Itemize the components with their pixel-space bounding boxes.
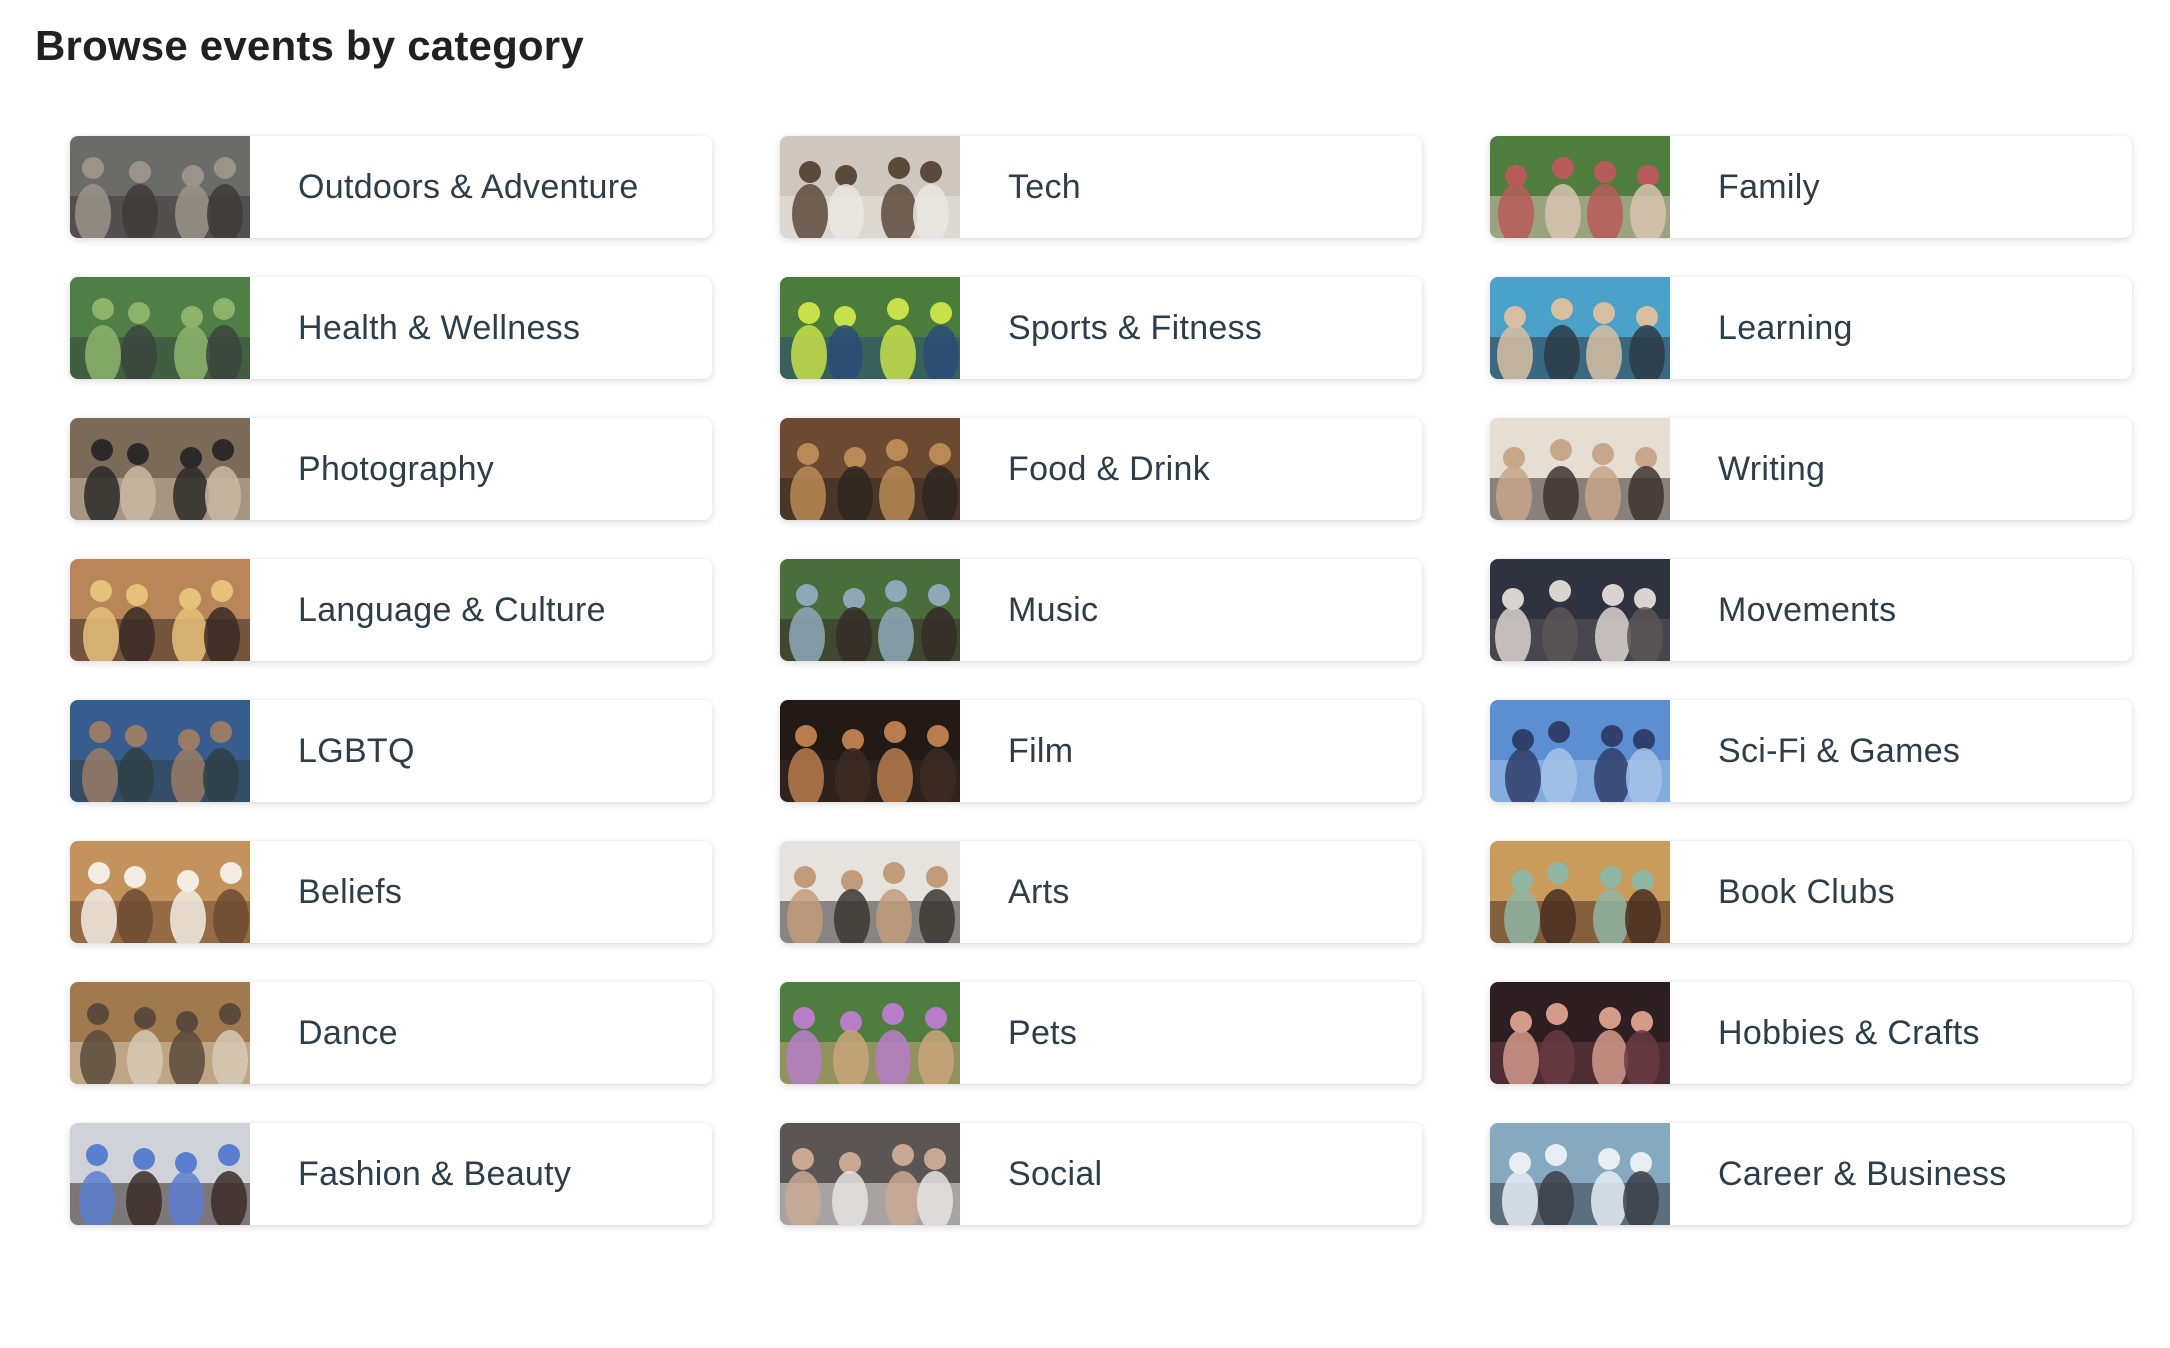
career-photo: [1490, 1123, 1670, 1225]
category-thumbnail: [1490, 418, 1670, 520]
category-card[interactable]: Language & Culture: [70, 559, 712, 661]
category-card[interactable]: Photography: [70, 418, 712, 520]
category-thumbnail: [70, 559, 250, 661]
arts-photo: [780, 841, 960, 943]
category-thumbnail: [70, 1123, 250, 1225]
category-thumbnail: [780, 418, 960, 520]
category-thumbnail: [70, 277, 250, 379]
category-card[interactable]: Sci-Fi & Games: [1490, 700, 2132, 802]
food-photo: [780, 418, 960, 520]
category-card[interactable]: Family: [1490, 136, 2132, 238]
family-photo: [1490, 136, 1670, 238]
category-label: Book Clubs: [1718, 872, 1895, 911]
category-thumbnail: [1490, 982, 1670, 1084]
category-browser: Browse events by category Outdoors & Adv…: [0, 0, 2170, 1348]
category-thumbnail: [1490, 559, 1670, 661]
category-label: Family: [1718, 167, 1820, 206]
category-label: Film: [1008, 731, 1074, 770]
dance-photo: [70, 982, 250, 1084]
category-thumbnail: [780, 277, 960, 379]
category-card[interactable]: LGBTQ: [70, 700, 712, 802]
category-card[interactable]: Film: [780, 700, 1422, 802]
category-label: Tech: [1008, 167, 1082, 206]
category-card[interactable]: Health & Wellness: [70, 277, 712, 379]
category-label: LGBTQ: [298, 731, 415, 770]
category-thumbnail: [1490, 841, 1670, 943]
category-thumbnail: [70, 982, 250, 1084]
category-label: Photography: [298, 449, 495, 488]
category-thumbnail: [70, 418, 250, 520]
category-label: Movements: [1718, 590, 1897, 629]
category-thumbnail: [780, 982, 960, 1084]
learning-photo: [1490, 277, 1670, 379]
tech-photo: [780, 136, 960, 238]
category-card[interactable]: Writing: [1490, 418, 2132, 520]
pets-photo: [780, 982, 960, 1084]
category-card[interactable]: Hobbies & Crafts: [1490, 982, 2132, 1084]
category-card[interactable]: Arts: [780, 841, 1422, 943]
category-card[interactable]: Dance: [70, 982, 712, 1084]
health-photo: [70, 277, 250, 379]
category-card[interactable]: Outdoors & Adventure: [70, 136, 712, 238]
category-label: Food & Drink: [1008, 449, 1211, 488]
category-card[interactable]: Tech: [780, 136, 1422, 238]
category-thumbnail: [780, 700, 960, 802]
scifi-photo: [1490, 700, 1670, 802]
category-card[interactable]: Fashion & Beauty: [70, 1123, 712, 1225]
category-label: Learning: [1718, 308, 1853, 347]
language-photo: [70, 559, 250, 661]
category-label: Dance: [298, 1013, 398, 1052]
category-card[interactable]: Social: [780, 1123, 1422, 1225]
photography-photo: [70, 418, 250, 520]
page-title: Browse events by category: [35, 22, 584, 69]
category-thumbnail: [780, 1123, 960, 1225]
category-thumbnail: [70, 136, 250, 238]
outdoors-photo: [70, 136, 250, 238]
hobbies-photo: [1490, 982, 1670, 1084]
category-label: Sports & Fitness: [1008, 308, 1263, 347]
category-thumbnail: [1490, 700, 1670, 802]
category-label: Career & Business: [1718, 1154, 2007, 1193]
lgbtq-photo: [70, 700, 250, 802]
category-card[interactable]: Book Clubs: [1490, 841, 2132, 943]
writing-photo: [1490, 418, 1670, 520]
category-label: Social: [1008, 1154, 1103, 1193]
category-label: Music: [1008, 590, 1099, 629]
category-label: Pets: [1008, 1013, 1078, 1052]
category-thumbnail: [1490, 136, 1670, 238]
category-card[interactable]: Pets: [780, 982, 1422, 1084]
social-photo: [780, 1123, 960, 1225]
category-label: Writing: [1718, 449, 1826, 488]
category-label: Beliefs: [298, 872, 403, 911]
category-thumbnail: [1490, 1123, 1670, 1225]
category-card[interactable]: Career & Business: [1490, 1123, 2132, 1225]
category-label: Sci-Fi & Games: [1718, 731, 1961, 770]
sports-photo: [780, 277, 960, 379]
category-thumbnail: [780, 841, 960, 943]
music-photo: [780, 559, 960, 661]
category-label: Outdoors & Adventure: [298, 167, 639, 206]
category-label: Fashion & Beauty: [298, 1154, 572, 1193]
fashion-photo: [70, 1123, 250, 1225]
film-photo: [780, 700, 960, 802]
bookclubs-photo: [1490, 841, 1670, 943]
beliefs-photo: [70, 841, 250, 943]
category-thumbnail: [780, 559, 960, 661]
category-card[interactable]: Beliefs: [70, 841, 712, 943]
category-card[interactable]: Learning: [1490, 277, 2132, 379]
category-card[interactable]: Sports & Fitness: [780, 277, 1422, 379]
category-label: Hobbies & Crafts: [1718, 1013, 1980, 1052]
category-thumbnail: [70, 700, 250, 802]
category-thumbnail: [1490, 277, 1670, 379]
category-thumbnail: [780, 136, 960, 238]
category-card[interactable]: Movements: [1490, 559, 2132, 661]
category-label: Arts: [1008, 872, 1070, 911]
category-label: Language & Culture: [298, 590, 606, 629]
category-label: Health & Wellness: [298, 308, 581, 347]
category-card[interactable]: Food & Drink: [780, 418, 1422, 520]
movements-photo: [1490, 559, 1670, 661]
category-card[interactable]: Music: [780, 559, 1422, 661]
category-thumbnail: [70, 841, 250, 943]
category-grid: Outdoors & Adventure Tech Family Health & W…: [70, 136, 2132, 1225]
